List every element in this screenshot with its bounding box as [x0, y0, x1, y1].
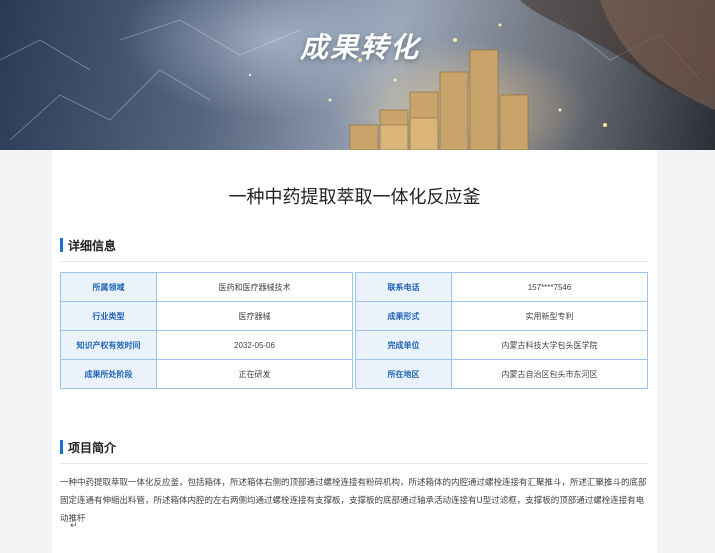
field-value: 内蒙古科技大学包头医学院: [451, 330, 648, 360]
field-label: 所在地区: [355, 359, 452, 389]
field-label: 所属领域: [60, 272, 157, 302]
details-table-left: 所属领域 医药和医疗器械技术 行业类型 医疗器械 知识产权有效时间 2032-0…: [60, 272, 353, 389]
field-value: 医药和医疗器械技术: [156, 272, 353, 302]
content-card: 一种中药提取萃取一体化反应釜 详细信息 所属领域 医药和医疗器械技术 行业类型 …: [52, 150, 657, 553]
section-accent-bar: [60, 238, 63, 252]
table-row: 知识产权有效时间 2032-05-06: [60, 330, 353, 360]
field-label: 成果形式: [355, 301, 452, 331]
banner-title: 成果转化: [300, 31, 421, 64]
section-heading-text: 详细信息: [68, 239, 117, 253]
paragraph-mark: ↵: [70, 520, 78, 530]
table-row: 所属领域 医药和医疗器械技术: [60, 272, 353, 302]
field-value: 医疗器械: [156, 301, 353, 331]
field-label: 行业类型: [60, 301, 157, 331]
field-value: 实用新型专利: [451, 301, 648, 331]
field-value: 正在研发: [156, 359, 353, 389]
field-value: 内蒙古自治区包头市东河区: [451, 359, 648, 389]
field-value: 157****7546: [451, 272, 648, 302]
details-table-right: 联系电话 157****7546 成果形式 实用新型专利 完成单位 内蒙古科技大…: [355, 272, 648, 389]
project-intro-text: 一种中药提取萃取一体化反应釜，包括箱体，所述箱体右侧的顶部通过螺栓连接有粉碎机构…: [60, 478, 647, 524]
table-row: 行业类型 医疗器械: [60, 301, 353, 331]
field-label: 联系电话: [355, 272, 452, 302]
page-title: 一种中药提取萃取一体化反应釜: [228, 187, 481, 208]
field-value: 2032-05-06: [156, 330, 353, 360]
field-label: 完成单位: [355, 330, 452, 360]
section-heading-intro: 项目简介: [60, 438, 648, 464]
field-label: 知识产权有效时间: [60, 330, 157, 360]
section-accent-bar: [60, 440, 63, 454]
section-heading-text: 项目简介: [68, 441, 117, 455]
table-row: 成果形式 实用新型专利: [355, 301, 648, 331]
table-row: 所在地区 内蒙古自治区包头市东河区: [355, 359, 648, 389]
field-label: 成果所处阶段: [60, 359, 157, 389]
table-row: 联系电话 157****7546: [355, 272, 648, 302]
banner-illustration: [0, 0, 715, 150]
table-row: 完成单位 内蒙古科技大学包头医学院: [355, 330, 648, 360]
section-heading-details: 详细信息: [60, 236, 648, 262]
banner: 成果转化: [0, 0, 715, 150]
table-row: 成果所处阶段 正在研发: [60, 359, 353, 389]
